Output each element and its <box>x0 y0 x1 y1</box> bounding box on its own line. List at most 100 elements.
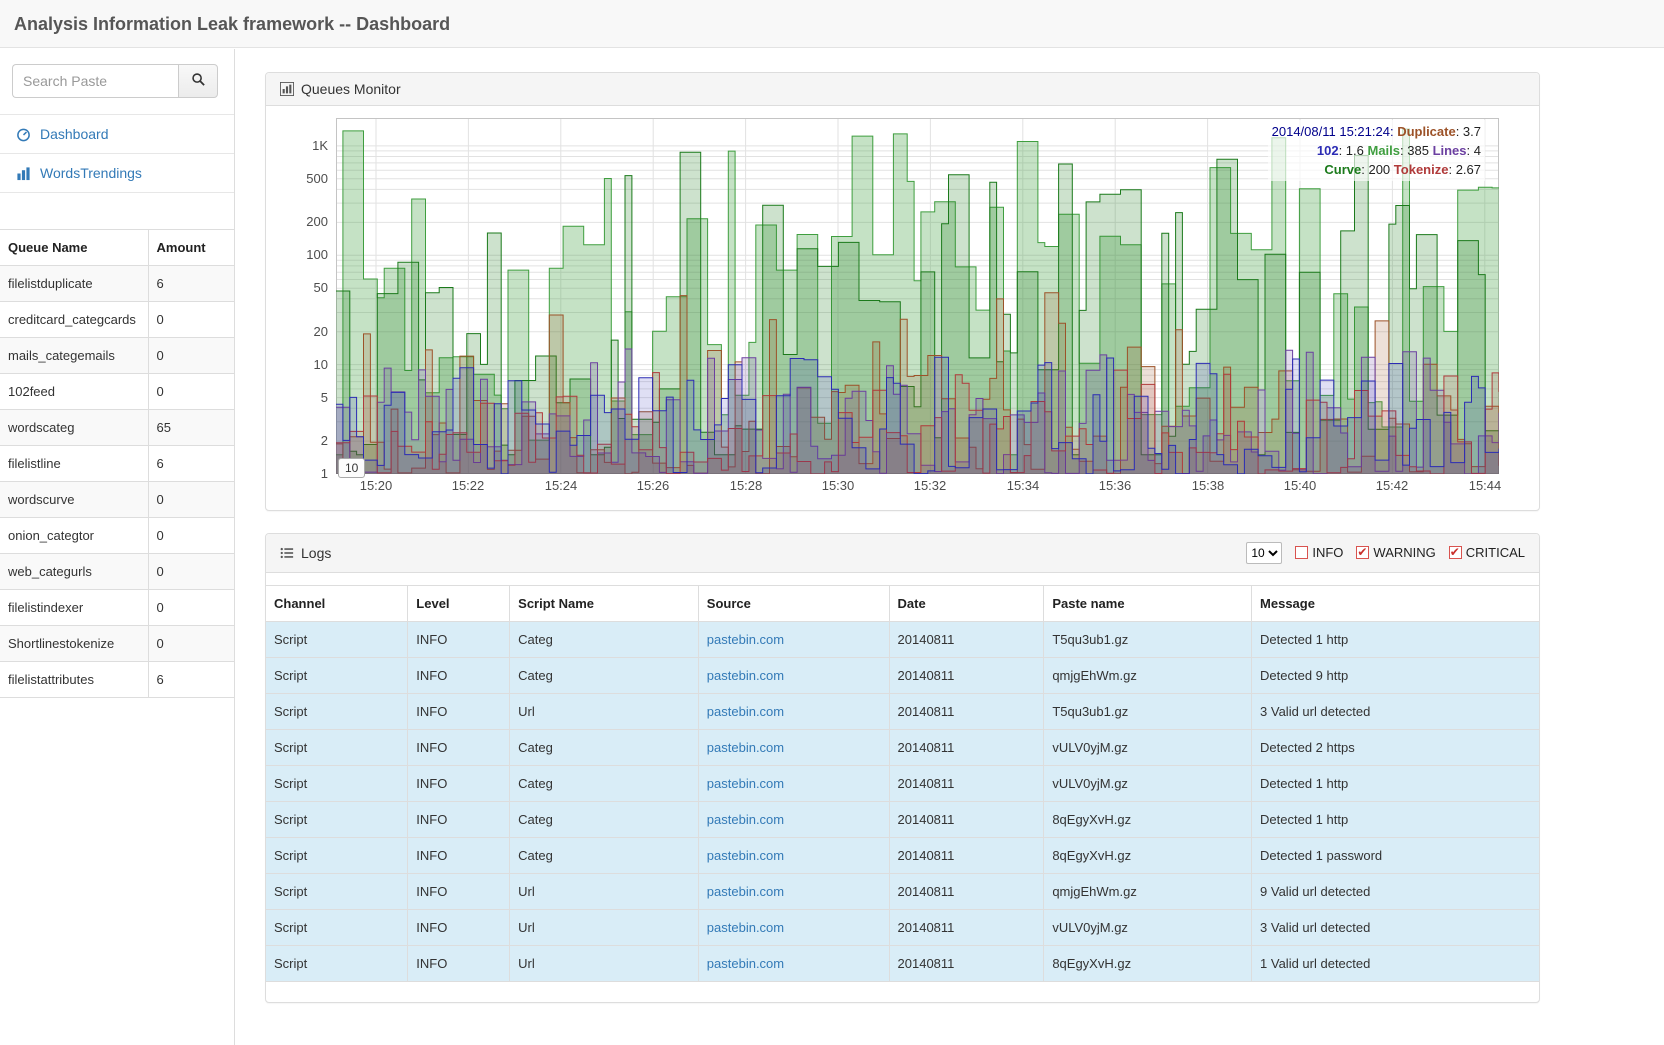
logs-col-header: Message <box>1252 586 1539 622</box>
logs-table: ChannelLevelScript NameSourceDatePaste n… <box>266 585 1539 982</box>
y-axis-tick-label: 100 <box>270 247 328 262</box>
log-cell: Detected 1 http <box>1252 766 1539 802</box>
filter-info-checkbox[interactable]: INFO <box>1295 545 1343 560</box>
log-cell: INFO <box>408 622 510 658</box>
sidebar-item-dashboard[interactable]: Dashboard <box>0 114 234 153</box>
log-cell: Categ <box>510 802 699 838</box>
log-row: ScriptINFOUrlpastebin.com20140811T5qu3ub… <box>266 694 1539 730</box>
sidebar-item-wordstrendings[interactable]: WordsTrendings <box>0 153 234 192</box>
search-icon <box>191 72 206 87</box>
source-link[interactable]: pastebin.com <box>707 632 784 647</box>
queue-row: wordscurve0 <box>0 482 234 518</box>
search-button[interactable] <box>178 64 218 98</box>
log-cell: Script <box>266 766 408 802</box>
queue-row: filelistduplicate6 <box>0 266 234 302</box>
log-cell: Detected 1 http <box>1252 802 1539 838</box>
queue-name-cell: mails_categemails <box>0 338 148 374</box>
queue-row: wordscateg65 <box>0 410 234 446</box>
log-cell: Categ <box>510 622 699 658</box>
source-link[interactable]: pastebin.com <box>707 848 784 863</box>
queues-chart[interactable]: 1251020501002005001K 15:2015:2215:2415:2… <box>336 118 1499 502</box>
queue-name-cell: wordscurve <box>0 482 148 518</box>
filter-critical-checkbox[interactable]: CRITICAL <box>1449 545 1525 560</box>
queue-row: onion_categtor0 <box>0 518 234 554</box>
sidebar: Dashboard WordsTrendings Queue Name Amou… <box>0 49 235 1045</box>
log-cell: 9 Valid url detected <box>1252 874 1539 910</box>
log-cell: Script <box>266 802 408 838</box>
source-link[interactable]: pastebin.com <box>707 776 784 791</box>
source-link[interactable]: pastebin.com <box>707 920 784 935</box>
x-axis-tick-label: 15:44 <box>1469 478 1502 493</box>
source-link[interactable]: pastebin.com <box>707 668 784 683</box>
queue-amount-cell: 65 <box>148 410 234 446</box>
queue-name-cell: Shortlinestokenize <box>0 626 148 662</box>
log-cell: pastebin.com <box>698 910 889 946</box>
x-axis-tick-label: 15:26 <box>637 478 670 493</box>
queue-row: Shortlinestokenize0 <box>0 626 234 662</box>
queue-name-cell: filelistduplicate <box>0 266 148 302</box>
log-cell: Url <box>510 874 699 910</box>
log-cell: T5qu3ub1.gz <box>1044 694 1252 730</box>
log-row: ScriptINFOUrlpastebin.com20140811qmjgEhW… <box>266 874 1539 910</box>
dashboard-icon <box>16 127 31 142</box>
log-cell: 20140811 <box>889 910 1044 946</box>
checkbox-icon <box>1449 546 1462 559</box>
logs-body: ChannelLevelScript NameSourceDatePaste n… <box>266 573 1539 982</box>
queue-row: mails_categemails0 <box>0 338 234 374</box>
log-cell: INFO <box>408 766 510 802</box>
log-row: ScriptINFOCategpastebin.com20140811qmjgE… <box>266 658 1539 694</box>
log-cell: Script <box>266 658 408 694</box>
source-link[interactable]: pastebin.com <box>707 740 784 755</box>
log-cell: Script <box>266 622 408 658</box>
source-link[interactable]: pastebin.com <box>707 812 784 827</box>
log-cell: INFO <box>408 730 510 766</box>
search-input[interactable] <box>12 64 178 98</box>
chart-icon <box>280 82 294 96</box>
y-axis-tick-label: 20 <box>270 324 328 339</box>
log-cell: pastebin.com <box>698 766 889 802</box>
log-cell: 20140811 <box>889 658 1044 694</box>
filter-warning-checkbox[interactable]: WARNING <box>1356 545 1435 560</box>
log-cell: 20140811 <box>889 946 1044 982</box>
queue-table: Queue Name Amount filelistduplicate6cred… <box>0 229 234 698</box>
x-axis-tick-label: 15:38 <box>1192 478 1225 493</box>
queues-monitor-title: Queues Monitor <box>301 81 401 97</box>
y-axis-tick-label: 10 <box>270 357 328 372</box>
log-cell: INFO <box>408 694 510 730</box>
y-axis-tick-label: 50 <box>270 280 328 295</box>
queue-row: creditcard_categcards0 <box>0 302 234 338</box>
log-cell: Url <box>510 946 699 982</box>
x-axis-tick-label: 15:32 <box>914 478 947 493</box>
source-link[interactable]: pastebin.com <box>707 704 784 719</box>
checkbox-icon <box>1295 546 1308 559</box>
queue-name-cell: creditcard_categcards <box>0 302 148 338</box>
top-navbar: Analysis Information Leak framework -- D… <box>0 0 1664 48</box>
log-cell: 8qEgyXvH.gz <box>1044 946 1252 982</box>
log-cell: 8qEgyXvH.gz <box>1044 802 1252 838</box>
log-cell: Categ <box>510 766 699 802</box>
log-cell: pastebin.com <box>698 838 889 874</box>
queue-row: filelistindexer0 <box>0 590 234 626</box>
log-cell: Categ <box>510 730 699 766</box>
queue-name-cell: 102feed <box>0 374 148 410</box>
page-size-select[interactable]: 10 <box>1246 542 1282 564</box>
x-axis-tick-label: 15:20 <box>360 478 393 493</box>
log-cell: 20140811 <box>889 766 1044 802</box>
log-row: ScriptINFOCategpastebin.com20140811vULV0… <box>266 730 1539 766</box>
filter-label: INFO <box>1312 545 1343 560</box>
log-row: ScriptINFOCategpastebin.com201408118qEgy… <box>266 838 1539 874</box>
queues-monitor-header: Queues Monitor <box>266 73 1539 106</box>
x-axis-tick-label: 15:42 <box>1376 478 1409 493</box>
log-row: ScriptINFOCategpastebin.com20140811T5qu3… <box>266 622 1539 658</box>
log-cell: Script <box>266 838 408 874</box>
log-cell: Detected 9 http <box>1252 658 1539 694</box>
log-cell: vULV0yjM.gz <box>1044 766 1252 802</box>
log-cell: Script <box>266 730 408 766</box>
source-link[interactable]: pastebin.com <box>707 884 784 899</box>
x-axis-tick-label: 15:28 <box>730 478 763 493</box>
queue-amount-header: Amount <box>148 230 234 266</box>
log-cell: vULV0yjM.gz <box>1044 910 1252 946</box>
source-link[interactable]: pastebin.com <box>707 956 784 971</box>
y-axis-tick-label: 5 <box>270 390 328 405</box>
main-content: Queues Monitor 1251020501002005001K 15:2… <box>265 48 1540 1003</box>
